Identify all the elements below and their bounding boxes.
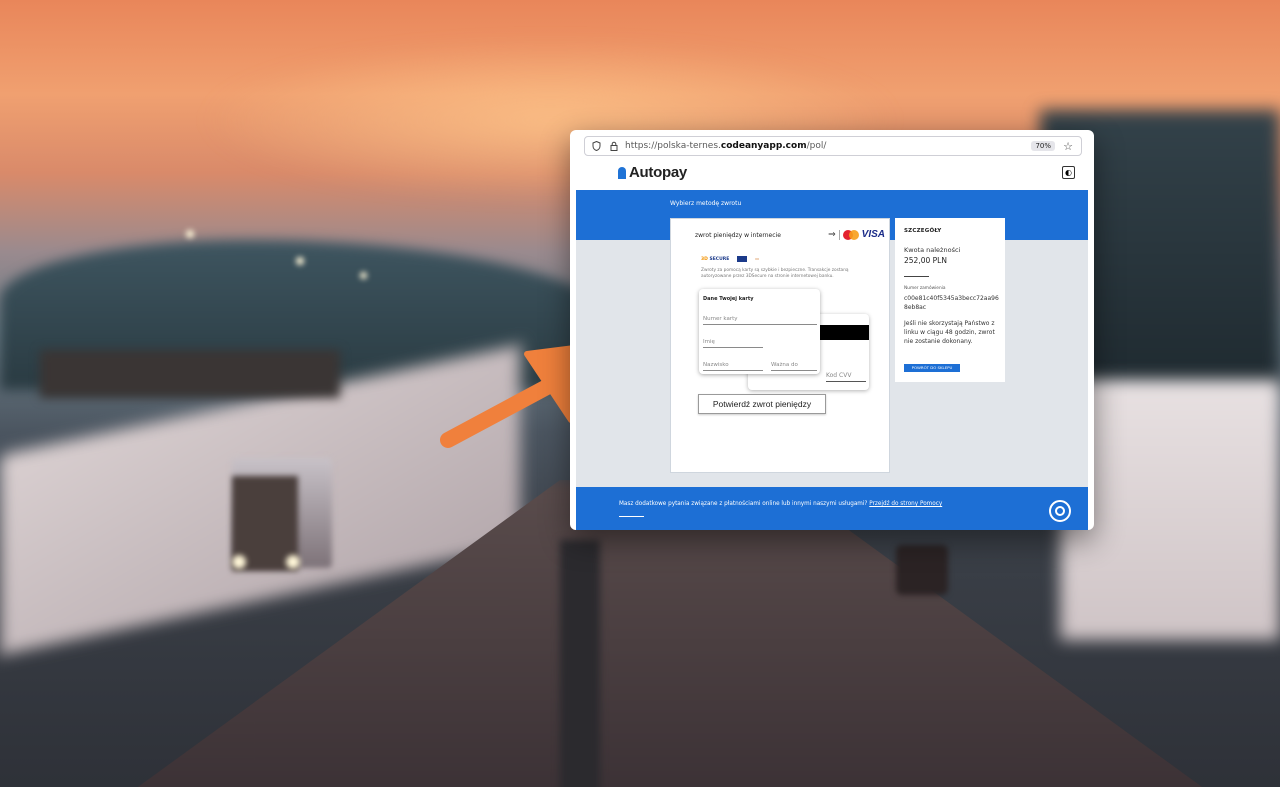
expiry-date-field[interactable]: Ważna do	[771, 362, 817, 371]
browser-window: https://polska-ternes.codeanyapp.com/pol…	[570, 130, 1094, 530]
help-page-link[interactable]: Przejdź do strony Pomocy	[869, 501, 942, 507]
refund-method-panel: zwrot pieniędzy w internecie ⇒ VISA 3D S…	[670, 218, 890, 473]
secure-badges: 3D SECURE ▭	[701, 256, 759, 262]
expiry-note: Jeśli nie skorzystają Państwo z linku w …	[904, 320, 995, 345]
back-to-shop-button[interactable]: POWRÓT DO SKLEPU	[904, 364, 960, 372]
lifebuoy-help-icon[interactable]	[1049, 500, 1071, 522]
cvv-field[interactable]: Kod CVV	[826, 372, 866, 382]
url-prefix: https://polska-ternes.	[625, 141, 721, 151]
card-section-label: Dane Twojej karty	[703, 296, 754, 302]
page-title: Wybierz metodę zwrotu	[670, 200, 742, 207]
confirm-refund-button[interactable]: Potwierdź zwrot pieniędzy	[698, 394, 826, 414]
amount-value: 252,00 PLN	[904, 256, 947, 265]
zoom-level[interactable]: 70%	[1031, 141, 1055, 151]
footer-text: Masz dodatkowe pytania związane z płatno…	[619, 501, 942, 507]
details-heading: SZCZEGÓŁY	[904, 228, 942, 234]
mastercard-securecode-icon: ▭	[755, 256, 760, 261]
method-label: zwrot pieniędzy w internecie	[695, 232, 781, 239]
card-front: Dane Twojej karty Numer karty Imię Nazwi…	[699, 289, 820, 374]
verified-by-visa-icon	[737, 256, 748, 262]
contrast-toggle-icon[interactable]: ◐	[1062, 166, 1075, 179]
card-brands: ⇒ VISA	[828, 229, 885, 240]
details-panel: SZCZEGÓŁY Kwota należności 252,00 PLN Nu…	[895, 218, 1005, 382]
site-footer: Masz dodatkowe pytania związane z płatno…	[576, 487, 1088, 530]
card-number-field[interactable]: Numer karty	[703, 316, 817, 325]
url-suffix: /pol/	[806, 141, 827, 151]
bookmark-star-icon[interactable]: ☆	[1059, 140, 1077, 153]
lock-icon	[607, 139, 621, 153]
autopay-logo[interactable]: Autopay	[618, 164, 687, 181]
url-text[interactable]: https://polska-ternes.codeanyapp.com/pol…	[625, 141, 826, 151]
secure-info-text: Zwroty za pomocą karty są szybkie i bezp…	[701, 268, 849, 279]
last-name-field[interactable]: Nazwisko	[703, 362, 763, 371]
url-domain: codeanyapp.com	[720, 141, 807, 151]
mastercard-icon	[842, 229, 859, 240]
3dsecure-badge: 3D SECURE	[701, 256, 730, 262]
brand-separator	[838, 229, 840, 240]
shield-icon[interactable]	[589, 139, 603, 153]
autopay-page: Autopay ◐ Wybierz metodę zwrotu zwrot pi…	[576, 160, 1088, 530]
card-arrows-icon: ⇒	[828, 229, 836, 240]
autopay-logo-icon	[618, 166, 626, 179]
amount-label: Kwota należności	[904, 246, 961, 254]
visa-logo: VISA	[861, 229, 885, 240]
divider	[904, 276, 929, 277]
logo-text: Autopay	[629, 164, 687, 181]
site-header: Autopay ◐	[576, 160, 1088, 188]
order-number-label: Numer zamówienia	[904, 286, 946, 291]
footer-question: Masz dodatkowe pytania związane z płatno…	[619, 501, 868, 507]
address-bar[interactable]: https://polska-ternes.codeanyapp.com/pol…	[584, 136, 1082, 156]
first-name-field[interactable]: Imię	[703, 339, 763, 348]
footer-underline	[619, 516, 644, 517]
order-number: c00e81c40f5345a3becc72aa968eb8ac	[904, 295, 999, 311]
